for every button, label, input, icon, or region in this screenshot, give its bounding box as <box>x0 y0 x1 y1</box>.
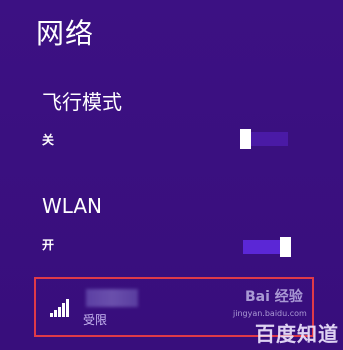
wifi-signal-icon <box>50 297 72 317</box>
wlan-toggle-thumb[interactable] <box>280 237 291 257</box>
watermark-brand: Bai 经验 <box>245 289 303 305</box>
wlan-state-label: 开 <box>42 238 55 252</box>
wifi-network-status: 受限 <box>83 313 108 327</box>
airplane-mode-toggle[interactable] <box>240 129 288 149</box>
wifi-network-name-blurred <box>86 289 138 307</box>
watermark-url: jingyan.baidu.com <box>233 309 307 318</box>
network-settings-panel: 网络 飞行模式 关 WLAN 开 受限 Bai 经验 jingyan.baidu… <box>0 0 343 350</box>
airplane-mode-title: 飞行模式 <box>42 90 122 114</box>
airplane-mode-toggle-thumb[interactable] <box>240 129 251 149</box>
watermark-big-text: 百度知道 <box>255 322 339 346</box>
wlan-title: WLAN <box>42 194 103 218</box>
baidu-watermark: Bai 经验 jingyan.baidu.com 百度知道 <box>233 282 339 346</box>
panel-title: 网络 <box>36 17 95 50</box>
airplane-mode-state-label: 关 <box>42 133 55 147</box>
wlan-toggle[interactable] <box>243 237 291 257</box>
